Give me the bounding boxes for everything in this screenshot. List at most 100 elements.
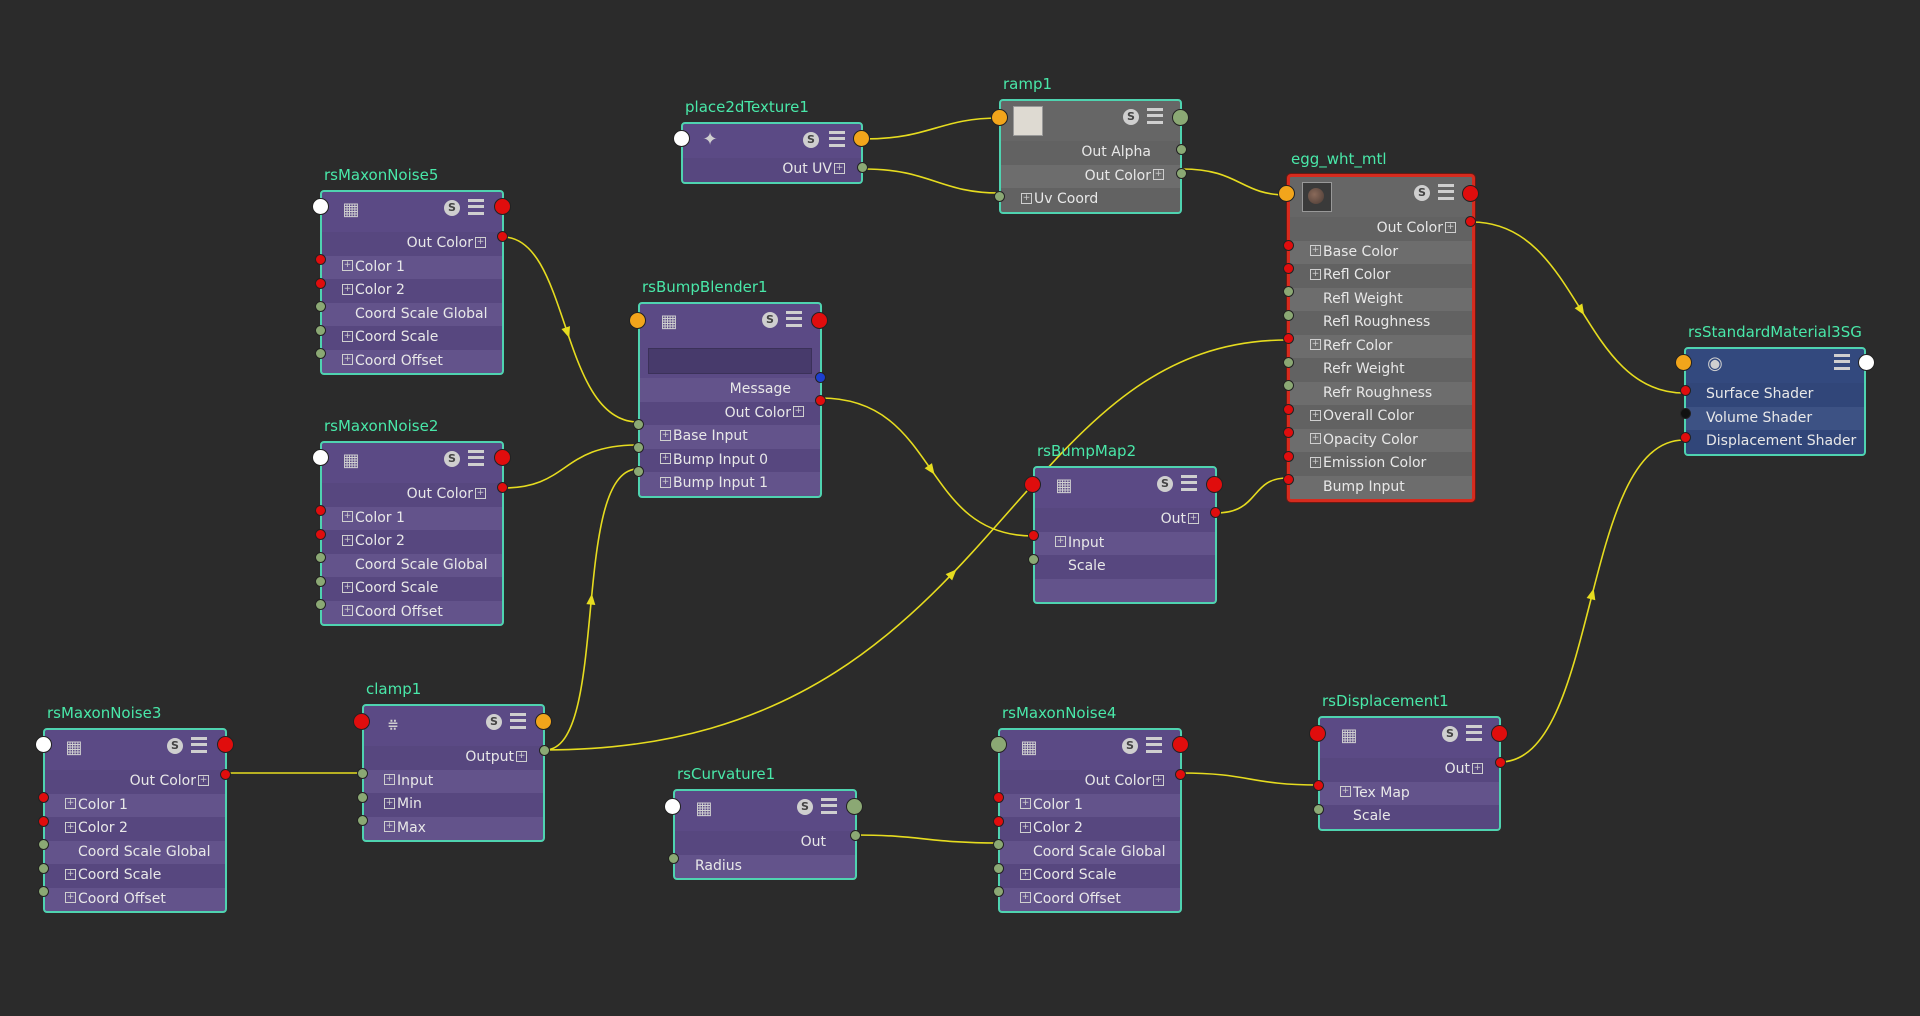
wire-noise4-to-displacement[interactable]	[1180, 772, 1319, 786]
node-title[interactable]: rsMaxonNoise4	[1002, 704, 1116, 722]
port-refl-roughness[interactable]	[1283, 310, 1294, 321]
attr-base-input[interactable]: + Base Input	[640, 425, 820, 449]
expand-icon[interactable]: +	[1020, 798, 1031, 809]
swatch-toggle-icon[interactable]: S	[444, 200, 460, 216]
attr-tex-map[interactable]: + Tex Map	[1320, 781, 1499, 805]
port-color-1[interactable]	[38, 792, 49, 803]
node-title[interactable]: rsBumpMap2	[1037, 442, 1136, 460]
swatch-toggle-icon[interactable]: S	[167, 738, 183, 754]
port-output[interactable]	[1172, 736, 1189, 753]
port-min[interactable]	[357, 792, 368, 803]
wire-place2d-to-ramp[interactable]	[863, 117, 1000, 140]
swatch-toggle-icon[interactable]: S	[762, 312, 778, 328]
wire-curvature-to-noise4[interactable]	[855, 834, 999, 844]
wire-egg-to-sg-surface[interactable]	[1471, 221, 1685, 394]
port-output[interactable]	[217, 736, 234, 753]
port-output-attr[interactable]	[539, 745, 550, 756]
port-color-2[interactable]	[315, 278, 326, 289]
port-surface-shader[interactable]	[1680, 385, 1691, 396]
node-rsCurvature1[interactable]: rsCurvature1 ▦ S Out Radius	[664, 765, 863, 880]
node-title[interactable]: rsMaxonNoise5	[324, 166, 438, 184]
attr-coord-scale[interactable]: + Coord Scale	[322, 577, 502, 601]
port-out[interactable]	[850, 830, 861, 841]
attr-opacity-color[interactable]: + Opacity Color	[1290, 428, 1472, 452]
port-out-color[interactable]	[1175, 769, 1186, 780]
port-input[interactable]	[1309, 725, 1326, 742]
port-displacement-shader[interactable]	[1680, 432, 1691, 443]
swatch-toggle-icon[interactable]: S	[1442, 726, 1458, 742]
attr-out-uv[interactable]: Out UV +	[683, 158, 861, 182]
attr-output[interactable]: Output +	[364, 746, 543, 770]
port-color-1[interactable]	[315, 254, 326, 265]
swatch-toggle-icon[interactable]: S	[444, 451, 460, 467]
attr-bump-input[interactable]: Bump Input	[1290, 475, 1472, 499]
attribute-list-icon[interactable]	[829, 131, 845, 147]
attr-coord-offset[interactable]: + Coord Offset	[322, 600, 502, 624]
expand-icon[interactable]: +	[1310, 339, 1321, 350]
port-scale[interactable]	[1313, 804, 1324, 815]
attr-coord-scale[interactable]: + Coord Scale	[45, 864, 225, 888]
port-coord-scale-global[interactable]	[315, 552, 326, 563]
port-message[interactable]	[815, 372, 826, 383]
expand-icon[interactable]: +	[1153, 774, 1164, 786]
attr-volume-shader[interactable]: Volume Shader	[1686, 406, 1864, 430]
expand-icon[interactable]: +	[1340, 786, 1351, 797]
attr-uv-coord[interactable]: + Uv Coord	[1001, 188, 1180, 212]
attr-coord-scale-global[interactable]: Coord Scale Global	[322, 302, 502, 326]
port-coord-scale-global[interactable]	[38, 839, 49, 850]
attr-emission-color[interactable]: + Emission Color	[1290, 452, 1472, 476]
expand-icon[interactable]: +	[65, 798, 76, 809]
node-rsStandardMaterial3SG[interactable]: rsStandardMaterial3SG ◉ Surface Shader V…	[1675, 323, 1875, 456]
expand-icon[interactable]: +	[342, 605, 353, 616]
port-refl-color[interactable]	[1283, 263, 1294, 274]
attr-refl-weight[interactable]: Refl Weight	[1290, 287, 1472, 311]
port-output[interactable]	[494, 449, 511, 466]
attr-overall-color[interactable]: + Overall Color	[1290, 405, 1472, 429]
port-max[interactable]	[357, 815, 368, 826]
node-rsMaxonNoise3[interactable]: rsMaxonNoise3 ▦ S Out Color + + Color 1 + C…	[35, 704, 234, 913]
expand-icon[interactable]: +	[1153, 169, 1164, 180]
port-refr-color[interactable]	[1283, 333, 1294, 344]
attribute-list-icon[interactable]	[1466, 725, 1482, 741]
wire-bumpmap-to-egg[interactable]	[1215, 477, 1288, 514]
expand-icon[interactable]: +	[1055, 536, 1066, 547]
wire-clamp-to-bumpblender[interactable]	[544, 468, 639, 751]
attribute-list-icon[interactable]	[1834, 354, 1850, 370]
port-bump-input-0[interactable]	[633, 442, 644, 453]
attribute-list-icon[interactable]	[468, 199, 484, 215]
node-rsMaxonNoise2[interactable]: rsMaxonNoise2 ▦ S Out Color + + Color 1 + C…	[312, 417, 511, 626]
attr-max[interactable]: + Max	[364, 816, 543, 840]
attribute-list-icon[interactable]	[468, 450, 484, 466]
expand-icon[interactable]: +	[342, 283, 353, 295]
attribute-list-icon[interactable]	[821, 798, 837, 814]
attr-color-2[interactable]: + Color 2	[322, 279, 502, 303]
swatch-toggle-icon[interactable]: S	[1157, 476, 1173, 492]
port-coord-scale[interactable]	[38, 863, 49, 874]
port-coord-offset[interactable]	[315, 348, 326, 359]
node-title[interactable]: ramp1	[1003, 75, 1052, 93]
node-egg-wht-mtl[interactable]: egg_wht_mtl S Out Color + + Base Color + Re…	[1278, 150, 1479, 502]
attr-scale[interactable]: Scale	[1035, 555, 1215, 579]
port-tex-map[interactable]	[1313, 780, 1324, 791]
expand-icon[interactable]: +	[834, 162, 845, 174]
port-color-1[interactable]	[993, 792, 1004, 803]
attr-coord-scale-global[interactable]: Coord Scale Global	[322, 553, 502, 577]
node-title[interactable]: egg_wht_mtl	[1291, 150, 1387, 168]
port-uv-coord[interactable]	[994, 191, 1005, 202]
port-bump-input[interactable]	[1283, 474, 1294, 485]
expand-icon[interactable]: +	[342, 260, 353, 271]
attr-out-color[interactable]: Out Color +	[322, 232, 502, 256]
node-rsBumpBlender1[interactable]: rsBumpBlender1 ▦ S Message Out Color + + B…	[629, 278, 828, 498]
port-input[interactable]	[312, 449, 329, 466]
wire-noise2-to-bumpblender[interactable]	[502, 444, 639, 489]
attr-refl-roughness[interactable]: Refl Roughness	[1290, 311, 1472, 335]
node-title[interactable]: place2dTexture1	[685, 98, 809, 116]
port-input-attr[interactable]	[1028, 530, 1039, 541]
swatch-toggle-icon[interactable]: S	[797, 799, 813, 815]
port-coord-scale-global[interactable]	[315, 301, 326, 312]
node-rsMaxonNoise4[interactable]: rsMaxonNoise4 ▦ S Out Color + + Color 1 + C…	[990, 704, 1189, 913]
expand-icon[interactable]: +	[65, 892, 76, 903]
expand-icon[interactable]: +	[1020, 821, 1031, 833]
expand-icon[interactable]: +	[384, 797, 395, 809]
port-output[interactable]	[853, 130, 870, 147]
